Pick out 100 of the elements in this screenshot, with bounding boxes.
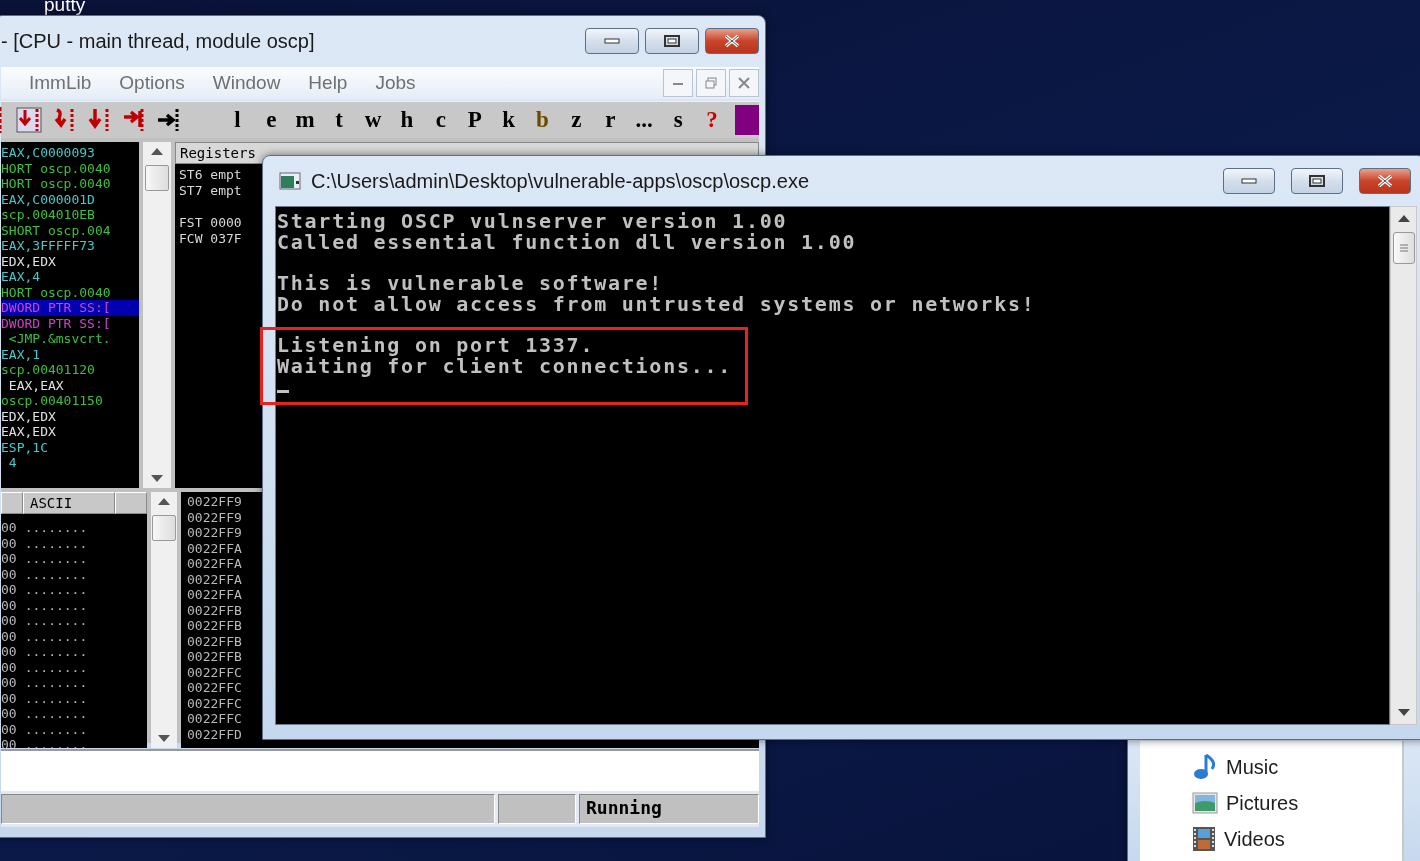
hex-cell: 00 xyxy=(1,520,17,536)
scrollbar-thumb[interactable] xyxy=(1392,232,1415,264)
ascii-cell: ........ xyxy=(24,520,88,536)
menu-item[interactable]: ImmLib xyxy=(15,72,106,94)
console-line: Called essential function dll version 1.00 xyxy=(277,231,857,253)
toolbar-button[interactable]: l xyxy=(220,107,255,133)
minimize-icon xyxy=(1241,178,1257,184)
stack-address: 0022FFC xyxy=(187,711,243,727)
scrollbar-thumb[interactable] xyxy=(152,515,176,541)
code-line[interactable]: EAX,C0000093 xyxy=(1,145,139,161)
ascii-cell: ........ xyxy=(24,644,88,660)
code-line[interactable]: EAX,4 xyxy=(1,269,139,285)
code-line[interactable]: EDX,EDX xyxy=(1,253,139,269)
code-line[interactable]: EAX,EDX xyxy=(1,424,139,440)
toolbar-button[interactable]: ? xyxy=(695,107,729,133)
up-arrow-icon[interactable] xyxy=(1397,215,1410,222)
column-header: ASCII xyxy=(23,492,115,514)
landscape-icon xyxy=(1192,792,1218,814)
scrollbar[interactable] xyxy=(143,142,171,488)
up-arrow-icon[interactable] xyxy=(158,498,170,505)
maximize-button[interactable] xyxy=(1291,168,1343,194)
hex-cell: 00 xyxy=(1,566,17,582)
close-button[interactable] xyxy=(729,69,759,97)
toolbar-button[interactable]: w xyxy=(356,107,390,133)
menu-item[interactable]: Jobs xyxy=(361,72,430,94)
close-button[interactable] xyxy=(705,28,759,54)
register-line: FST 0000 xyxy=(179,215,242,231)
code-line[interactable]: EAX,3FFFFF73 xyxy=(1,238,139,254)
code-line[interactable]: <JMP.&msvcrt. xyxy=(1,331,139,347)
hex-cell: 00 xyxy=(1,582,17,598)
hex-cell: 00 xyxy=(1,706,17,722)
stack-address: 0022FFC xyxy=(187,680,243,696)
code-line[interactable]: ESP,1C xyxy=(1,439,139,455)
code-line[interactable]: DWORD PTR SS:[ xyxy=(1,315,139,331)
code-line[interactable]: SHORT oscp.004 xyxy=(1,222,139,238)
scrollbar-thumb[interactable] xyxy=(145,165,169,191)
code-line[interactable]: EDX,EDX xyxy=(1,408,139,424)
close-button[interactable] xyxy=(1359,168,1411,194)
hex-cell: 00 xyxy=(1,551,17,567)
command-field[interactable] xyxy=(1,749,759,791)
grip-icon xyxy=(1399,244,1408,252)
down-arrow-icon[interactable] xyxy=(86,107,112,133)
menu-item[interactable]: Options xyxy=(105,72,199,94)
minimize-icon xyxy=(673,81,683,85)
maximize-button[interactable] xyxy=(645,28,699,54)
window-title: C:\Users\admin\Desktop\vulnerable-apps\oscp\oscp.exe xyxy=(311,169,811,193)
menu-item[interactable]: Help xyxy=(294,72,362,94)
down-arrow-icon[interactable] xyxy=(1397,709,1410,716)
close-icon xyxy=(738,77,750,89)
nav-item[interactable]: Videos xyxy=(1224,827,1285,851)
toolbar-button[interactable]: h xyxy=(389,107,424,133)
ascii-cell: ........ xyxy=(24,551,88,567)
status-text: Running xyxy=(579,794,759,824)
console-line: Starting OSCP vulnserver version 1.00 xyxy=(277,211,789,232)
code-line[interactable]: scp.00401120 xyxy=(1,362,139,378)
ascii-cell: ........ xyxy=(24,613,88,629)
toolbar-button[interactable]: ... xyxy=(627,107,662,133)
toolbar-button[interactable]: e xyxy=(254,107,289,133)
window-title: - [CPU - main thread, module oscp] xyxy=(1,29,316,53)
nav-item[interactable]: Pictures xyxy=(1226,791,1299,815)
toolbar-button[interactable]: z xyxy=(559,107,594,133)
code-line[interactable]: HORT oscp.0040 xyxy=(1,284,139,300)
code-line[interactable]: 4 xyxy=(1,455,139,471)
code-line[interactable]: EAX,EAX xyxy=(1,377,139,393)
color-swatch[interactable] xyxy=(735,105,759,135)
toolbar-button[interactable]: c xyxy=(423,107,458,133)
scrollbar[interactable] xyxy=(151,492,177,748)
toolbar-button[interactable]: r xyxy=(593,107,628,133)
toolbar-button[interactable]: k xyxy=(491,107,526,133)
scrollbar[interactable] xyxy=(1390,206,1417,725)
menu-item[interactable]: Window xyxy=(198,72,295,94)
minimize-button[interactable] xyxy=(1223,168,1275,194)
up-arrow-icon[interactable] xyxy=(151,148,163,155)
toolbar-button[interactable]: P xyxy=(457,107,492,133)
toolbar-button[interactable]: t xyxy=(322,107,357,133)
minimize-button[interactable] xyxy=(585,28,639,54)
ascii-cell: ........ xyxy=(24,721,88,737)
stack-address: 0022FFB xyxy=(187,633,243,649)
right-arrow-icon[interactable] xyxy=(156,107,182,133)
down-arrow-icon[interactable] xyxy=(158,735,170,742)
toolbar-button[interactable]: s xyxy=(661,107,696,133)
code-line[interactable]: HORT oscp.0040 xyxy=(1,176,139,192)
code-line[interactable]: scp.004010EB xyxy=(1,207,139,223)
toolbar-button[interactable]: m xyxy=(288,107,323,133)
ascii-cell: ........ xyxy=(24,582,88,598)
code-line[interactable]: oscp.00401150 xyxy=(1,393,139,409)
close-icon xyxy=(1376,174,1394,188)
step-into-icon[interactable] xyxy=(16,107,42,133)
toolbar-button[interactable]: b xyxy=(525,107,560,133)
minimize-button[interactable] xyxy=(663,69,693,97)
code-line[interactable]: EAX,C000001D xyxy=(1,191,139,207)
stack-address: 0022FFB xyxy=(187,618,243,634)
down-arrow-icon[interactable] xyxy=(151,475,163,482)
hex-cell: 00 xyxy=(1,721,17,737)
ascii-cell: ........ xyxy=(24,659,88,675)
code-line[interactable]: HORT oscp.0040 xyxy=(1,160,139,176)
console-line: Listening on port 1337. xyxy=(277,335,595,356)
code-line[interactable]: EAX,1 xyxy=(1,346,139,362)
console-line: Waiting for client connections... xyxy=(277,355,733,377)
nav-item[interactable]: Music xyxy=(1226,755,1279,779)
